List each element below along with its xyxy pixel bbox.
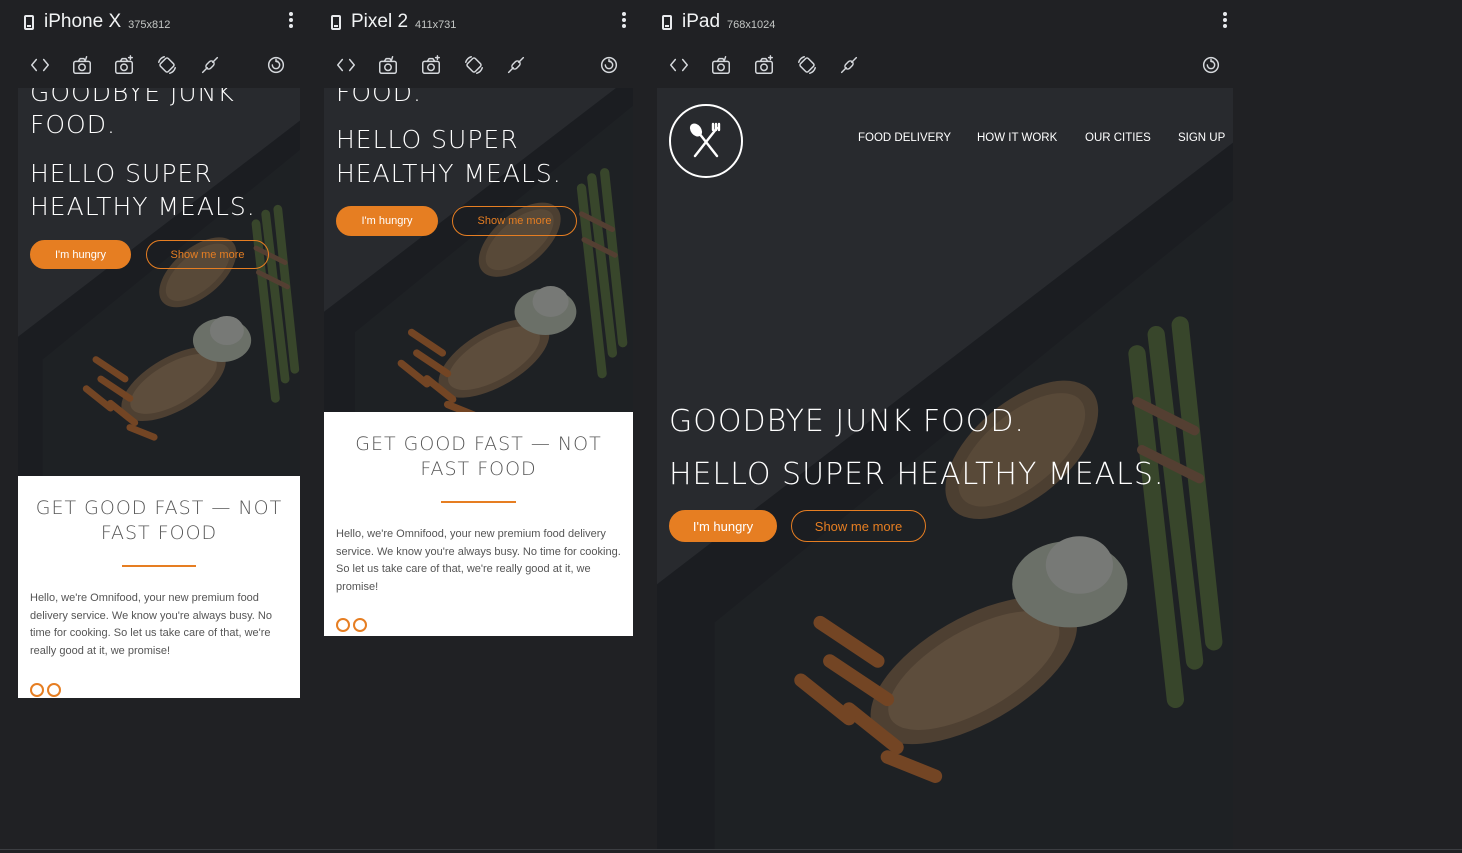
show-me-more-button[interactable]: Show me more: [791, 510, 926, 542]
device-header: iPhone X 375x812: [24, 8, 170, 36]
features-section: GET GOOD FAST — NOT FAST FOOD Hello, we'…: [18, 476, 300, 698]
show-me-more-button[interactable]: Show me more: [452, 206, 577, 236]
omnifood-logo[interactable]: [669, 104, 743, 178]
throttle-icon[interactable]: [197, 52, 223, 78]
section-divider: [441, 501, 516, 503]
hero-title-line2b: HEALTHY MEALS.: [30, 192, 256, 221]
iphone-viewport[interactable]: GOODBYE JUNK FOOD. HELLO SUPER HEALTHY M…: [18, 88, 300, 698]
panel-bottom-border: [0, 849, 1462, 850]
section-title-line1: GET GOOD FAST — NOT: [355, 433, 602, 455]
section-title-line1: GET GOOD FAST — NOT: [35, 497, 283, 519]
refresh-icon[interactable]: [596, 52, 622, 78]
section-divider: [122, 565, 196, 567]
hero-title-line1: GOODBYE JUNK FOOD.: [669, 404, 1025, 439]
device-size: 768x1024: [727, 18, 776, 31]
more-menu-icon[interactable]: [1223, 12, 1227, 28]
device-size: 375x812: [128, 18, 171, 31]
more-menu-icon[interactable]: [622, 12, 626, 28]
hero-section: FOOD. HELLO SUPER HEALTHY MEALS. I'm hun…: [324, 88, 633, 412]
nav-our-cities[interactable]: OUR CITIES: [1085, 132, 1151, 144]
hero-title-line2: HELLO SUPER: [30, 159, 213, 188]
hero-title-line2b: HEALTHY MEALS.: [336, 159, 562, 188]
section-title-line2: FAST FOOD: [100, 522, 218, 544]
hero-title-line2: HELLO SUPER: [336, 125, 519, 154]
im-hungry-button[interactable]: I'm hungry: [336, 206, 438, 236]
refresh-icon[interactable]: [263, 52, 289, 78]
add-screenshot-icon[interactable]: [751, 52, 777, 78]
section-title-line2: FAST FOOD: [420, 458, 537, 480]
feature-icon-peek: [336, 618, 367, 632]
im-hungry-button[interactable]: I'm hungry: [30, 240, 131, 269]
tablet-icon: [662, 14, 672, 30]
add-screenshot-icon[interactable]: [418, 52, 444, 78]
screenshot-icon[interactable]: [375, 52, 401, 78]
more-menu-icon[interactable]: [289, 12, 293, 28]
hero-title-line1: GOODBYE JUNK: [30, 88, 235, 107]
section-text: Hello, we're Omnifood, your new premium …: [336, 528, 621, 593]
main-nav: FOOD DELIVERY HOW IT WORK OUR CITIES SIG…: [657, 88, 1233, 188]
screenshot-icon[interactable]: [69, 52, 95, 78]
phone-icon: [24, 14, 34, 30]
refresh-icon[interactable]: [1198, 52, 1224, 78]
hero-title-line2: HELLO SUPER HEALTHY MEALS.: [669, 457, 1165, 492]
rotate-icon[interactable]: [154, 52, 180, 78]
im-hungry-button[interactable]: I'm hungry: [669, 510, 777, 542]
throttle-icon[interactable]: [836, 52, 862, 78]
pixel-viewport[interactable]: FOOD. HELLO SUPER HEALTHY MEALS. I'm hun…: [324, 88, 633, 636]
device-toolbar: [333, 52, 633, 78]
code-icon[interactable]: [27, 52, 53, 78]
device-ipad: iPad 768x1024 FOOD DELIVERY HOW IT WORK …: [650, 0, 1250, 853]
device-header: Pixel 2 411x731: [331, 8, 456, 36]
device-name: iPad: [682, 11, 721, 32]
features-section: GET GOOD FAST — NOT FAST FOOD Hello, we'…: [324, 412, 633, 636]
add-screenshot-icon[interactable]: [111, 52, 137, 78]
feature-icon-peek: [30, 683, 61, 697]
code-icon[interactable]: [333, 52, 359, 78]
nav-how-it-work[interactable]: HOW IT WORK: [977, 132, 1057, 144]
code-icon[interactable]: [666, 52, 692, 78]
ipad-viewport[interactable]: FOOD DELIVERY HOW IT WORK OUR CITIES SIG…: [657, 88, 1233, 850]
rotate-icon[interactable]: [794, 52, 820, 78]
device-pixel-2: Pixel 2 411x731 FOOD. HELLO SUPER HEALTH…: [310, 0, 650, 853]
device-size: 411x731: [415, 18, 457, 31]
nav-sign-up[interactable]: SIGN UP: [1178, 132, 1225, 144]
hero-title-line1b: FOOD.: [336, 88, 422, 107]
hero-section: FOOD DELIVERY HOW IT WORK OUR CITIES SIG…: [657, 88, 1233, 850]
device-name: iPhone X: [44, 11, 122, 32]
screenshot-icon[interactable]: [708, 52, 734, 78]
device-iphone-x: iPhone X 375x812 GOODBYE JUNK FOOD. HELL…: [0, 0, 310, 853]
nav-food-delivery[interactable]: FOOD DELIVERY: [858, 132, 951, 144]
device-toolbar: [666, 52, 1226, 78]
device-name: Pixel 2: [351, 11, 409, 32]
device-toolbar: [27, 52, 307, 78]
rotate-icon[interactable]: [461, 52, 487, 78]
hero-title-line1b: FOOD.: [30, 110, 116, 139]
section-text: Hello, we're Omnifood, your new premium …: [30, 592, 272, 657]
hero-section: GOODBYE JUNK FOOD. HELLO SUPER HEALTHY M…: [18, 88, 300, 476]
throttle-icon[interactable]: [503, 52, 529, 78]
device-header: iPad 768x1024: [662, 8, 775, 36]
show-me-more-button[interactable]: Show me more: [146, 240, 269, 269]
phone-icon: [331, 14, 341, 30]
